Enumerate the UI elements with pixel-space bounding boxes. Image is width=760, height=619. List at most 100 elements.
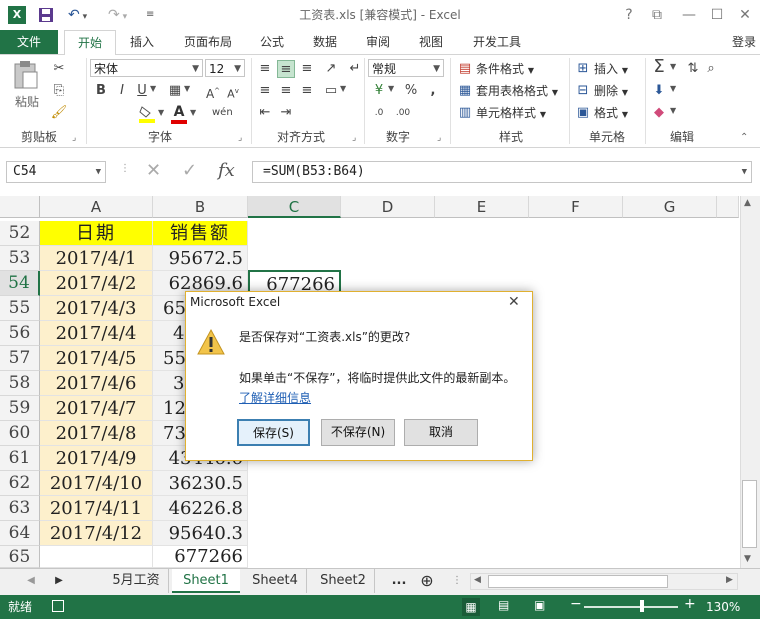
format-as-table-icon[interactable]: ▦: [456, 82, 474, 100]
font-color-icon[interactable]: A: [170, 104, 188, 124]
date-cell[interactable]: 2017/4/2: [40, 271, 153, 296]
row-header[interactable]: 60: [0, 421, 40, 446]
format-cells-icon[interactable]: ▣: [574, 104, 592, 122]
ribbon-display-options-icon[interactable]: ⧉: [646, 4, 668, 26]
column-header-g[interactable]: G: [623, 196, 717, 218]
sort-filter-icon[interactable]: ⇅: [684, 60, 702, 78]
sales-cell[interactable]: 95672.5: [153, 246, 248, 271]
more-sheets-button[interactable]: ...: [388, 569, 410, 593]
chevron-down-icon[interactable]: ▼: [158, 108, 164, 117]
chevron-down-icon[interactable]: ▼: [670, 62, 676, 71]
align-center-icon[interactable]: ≡: [277, 82, 295, 100]
row-header[interactable]: 58: [0, 371, 40, 396]
row-header[interactable]: 59: [0, 396, 40, 421]
paste-button[interactable]: 粘贴: [12, 93, 42, 111]
comma-button[interactable]: ,: [424, 82, 442, 100]
number-launcher-icon[interactable]: ⌟: [437, 133, 441, 143]
new-sheet-icon[interactable]: ⊕: [416, 569, 438, 593]
row-header[interactable]: 57: [0, 346, 40, 371]
sales-cell[interactable]: 36230.5: [153, 471, 248, 496]
wrap-text-icon[interactable]: ↵: [346, 60, 364, 78]
date-cell[interactable]: 2017/4/11: [40, 496, 153, 521]
zoom-out-button[interactable]: −: [570, 596, 582, 612]
row-header[interactable]: 64: [0, 521, 40, 546]
scroll-right-icon[interactable]: ▶: [726, 575, 733, 585]
tab-review[interactable]: 审阅: [358, 30, 398, 54]
sales-cell[interactable]: 95640.3: [153, 521, 248, 546]
sheet-tab-splitter[interactable]: ⋮: [452, 575, 462, 586]
close-button[interactable]: ✕: [734, 4, 756, 26]
formula-input[interactable]: =SUM(B53:B64) ▼: [252, 161, 752, 183]
format-cells-button[interactable]: 格式 ▼: [594, 104, 642, 122]
sheet-tab-active[interactable]: Sheet1: [172, 569, 240, 593]
decrease-indent-icon[interactable]: ⇤: [256, 104, 274, 122]
page-break-view-icon[interactable]: ▣: [534, 598, 545, 612]
maximize-button[interactable]: ☐: [706, 4, 728, 26]
minimize-button[interactable]: —: [678, 4, 700, 26]
format-as-table-button[interactable]: 套用表格格式 ▼: [476, 82, 566, 100]
copy-icon[interactable]: ⎘: [50, 82, 68, 100]
sheet-scroll-left-icon[interactable]: ◀: [24, 569, 38, 593]
zoom-in-button[interactable]: +: [684, 596, 696, 612]
chevron-down-icon[interactable]: ▼: [340, 84, 346, 93]
row-header[interactable]: 56: [0, 321, 40, 346]
phonetic-guide-icon[interactable]: wén: [212, 104, 233, 122]
tab-data[interactable]: 数据: [305, 30, 345, 54]
decrease-font-icon[interactable]: Av: [224, 82, 242, 101]
name-box[interactable]: C54 ▼: [6, 161, 106, 183]
confirm-entry-icon[interactable]: ✓: [182, 160, 197, 181]
accounting-format-icon[interactable]: ¥: [370, 82, 388, 100]
column-header-f[interactable]: F: [529, 196, 623, 218]
align-top-icon[interactable]: ≡: [256, 60, 274, 78]
row-header[interactable]: 54: [0, 271, 40, 296]
delete-cells-button[interactable]: 删除 ▼: [594, 82, 642, 100]
scroll-down-icon[interactable]: ▼: [744, 554, 751, 564]
scroll-up-icon[interactable]: ▲: [744, 198, 751, 208]
sales-cell[interactable]: 46226.8: [153, 496, 248, 521]
date-cell[interactable]: 2017/4/7: [40, 396, 153, 421]
header-cell-sales[interactable]: 销售额: [153, 221, 248, 246]
save-button[interactable]: 保存(S): [237, 419, 310, 446]
align-right-icon[interactable]: ≡: [298, 82, 316, 100]
header-cell-date[interactable]: 日期: [40, 221, 153, 246]
percent-button[interactable]: %: [402, 82, 420, 100]
conditional-format-button[interactable]: 条件格式 ▼: [476, 60, 562, 78]
chevron-down-icon[interactable]: ▼: [388, 84, 394, 93]
chevron-down-icon[interactable]: ▼: [184, 84, 190, 93]
chevron-down-icon[interactable]: ▼: [670, 106, 676, 115]
date-cell[interactable]: 2017/4/6: [40, 371, 153, 396]
row-header[interactable]: 63: [0, 496, 40, 521]
login-link[interactable]: 登录: [728, 30, 760, 54]
clipboard-launcher-icon[interactable]: ⌟: [72, 133, 76, 143]
learn-more-link[interactable]: 了解详细信息: [239, 389, 311, 406]
total-blank-cell[interactable]: [40, 546, 153, 568]
row-header[interactable]: 53: [0, 246, 40, 271]
select-all-corner[interactable]: [0, 196, 40, 218]
tab-file[interactable]: 文件: [0, 30, 58, 54]
underline-button[interactable]: U: [133, 82, 151, 100]
date-cell[interactable]: 2017/4/3: [40, 296, 153, 321]
date-cell[interactable]: 2017/4/10: [40, 471, 153, 496]
row-header[interactable]: 52: [0, 221, 40, 246]
total-cell[interactable]: 677266: [153, 546, 248, 568]
alignment-launcher-icon[interactable]: ⌟: [352, 133, 356, 143]
delete-cells-icon[interactable]: ⊟: [574, 82, 592, 100]
vertical-scroll-thumb[interactable]: [742, 480, 757, 548]
macro-record-icon[interactable]: [52, 600, 64, 612]
format-painter-icon[interactable]: 🖌: [50, 104, 68, 122]
increase-font-icon[interactable]: A^: [204, 82, 222, 101]
row-header[interactable]: 61: [0, 446, 40, 471]
horizontal-scroll-thumb[interactable]: [488, 575, 668, 588]
font-size-combo[interactable]: 12 ▼: [205, 59, 245, 77]
find-select-icon[interactable]: ⌕: [702, 60, 720, 78]
save-icon[interactable]: [38, 5, 56, 25]
bold-button[interactable]: B: [92, 82, 110, 100]
date-cell[interactable]: 2017/4/4: [40, 321, 153, 346]
tab-insert[interactable]: 插入: [122, 30, 162, 54]
undo-icon[interactable]: ↶ ▾: [68, 5, 96, 25]
decrease-decimal-icon[interactable]: .00: [394, 104, 412, 122]
formula-bar-grip[interactable]: ⋮: [120, 163, 130, 174]
row-header[interactable]: 62: [0, 471, 40, 496]
italic-button[interactable]: I: [113, 82, 131, 100]
row-header[interactable]: 55: [0, 296, 40, 321]
